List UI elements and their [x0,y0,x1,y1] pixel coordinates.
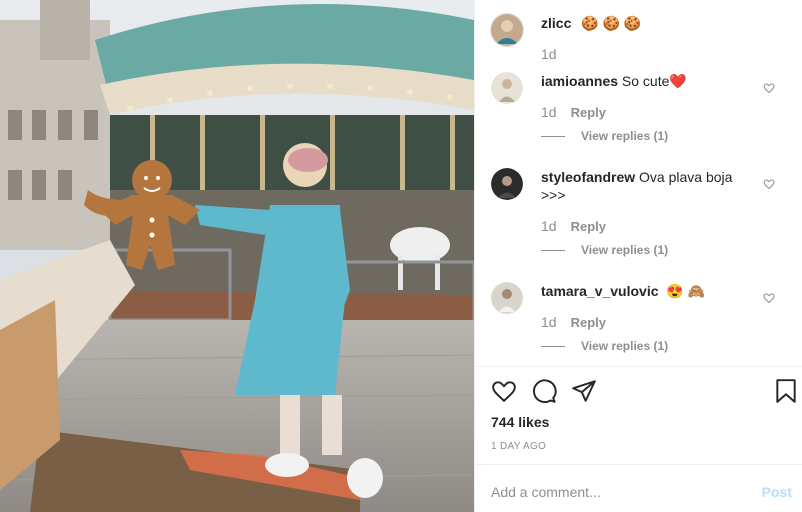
commenter-avatar[interactable] [491,282,523,314]
view-replies-button[interactable]: View replies (1) [541,243,668,257]
heart-icon[interactable] [491,378,517,404]
caption-emoji: 🍪 🍪 🍪 [581,15,642,31]
divider [475,366,802,367]
post-date[interactable]: 1 DAY AGO [491,441,546,452]
view-replies-label: View replies (1) [581,129,669,143]
post-side-panel: zlicc 🍪 🍪 🍪 1d iamioannes So cute❤️ 1d Re… [474,0,802,512]
divider [475,464,802,465]
comment-text: So cute [621,73,670,89]
replies-line [541,135,565,137]
author-avatar[interactable] [491,14,523,46]
replies-line [541,249,565,251]
commenter-avatar[interactable] [491,168,523,200]
post-comment-button[interactable]: Post [762,484,792,500]
bookmark-icon[interactable] [773,378,799,404]
action-bar [491,378,796,408]
reply-button[interactable]: Reply [571,105,606,120]
view-replies-button[interactable]: View replies (1) [541,129,668,143]
author-username[interactable]: zlicc [541,15,571,31]
comment-username[interactable]: styleofandrew [541,169,635,185]
like-comment-heart-icon[interactable] [763,292,775,304]
post-photo[interactable] [0,0,474,512]
comment-age[interactable]: 1d [541,104,557,120]
add-comment-input[interactable]: Add a comment... [491,484,601,500]
comment-username[interactable]: iamioannes [541,73,618,89]
reply-button[interactable]: Reply [571,315,606,330]
comment-icon[interactable] [531,378,557,404]
reply-button[interactable]: Reply [571,219,606,234]
replies-line [541,345,565,347]
likes-count[interactable]: 744 likes [491,414,549,430]
share-icon[interactable] [571,378,597,404]
view-replies-button[interactable]: View replies (1) [541,339,668,353]
comment-age[interactable]: 1d [541,314,557,330]
comment-age[interactable]: 1d [541,218,557,234]
comment-username[interactable]: tamara_v_vulovic [541,283,659,299]
commenter-avatar[interactable] [491,72,523,104]
comment-emoji: 😍 🙈 [666,283,706,299]
like-comment-heart-icon[interactable] [763,82,775,94]
view-replies-label: View replies (1) [581,339,669,353]
photo-illustration [0,0,474,512]
like-comment-heart-icon[interactable] [763,178,775,190]
caption-age[interactable]: 1d [541,46,557,62]
heart-emoji: ❤️ [669,73,687,89]
view-replies-label: View replies (1) [581,243,669,257]
